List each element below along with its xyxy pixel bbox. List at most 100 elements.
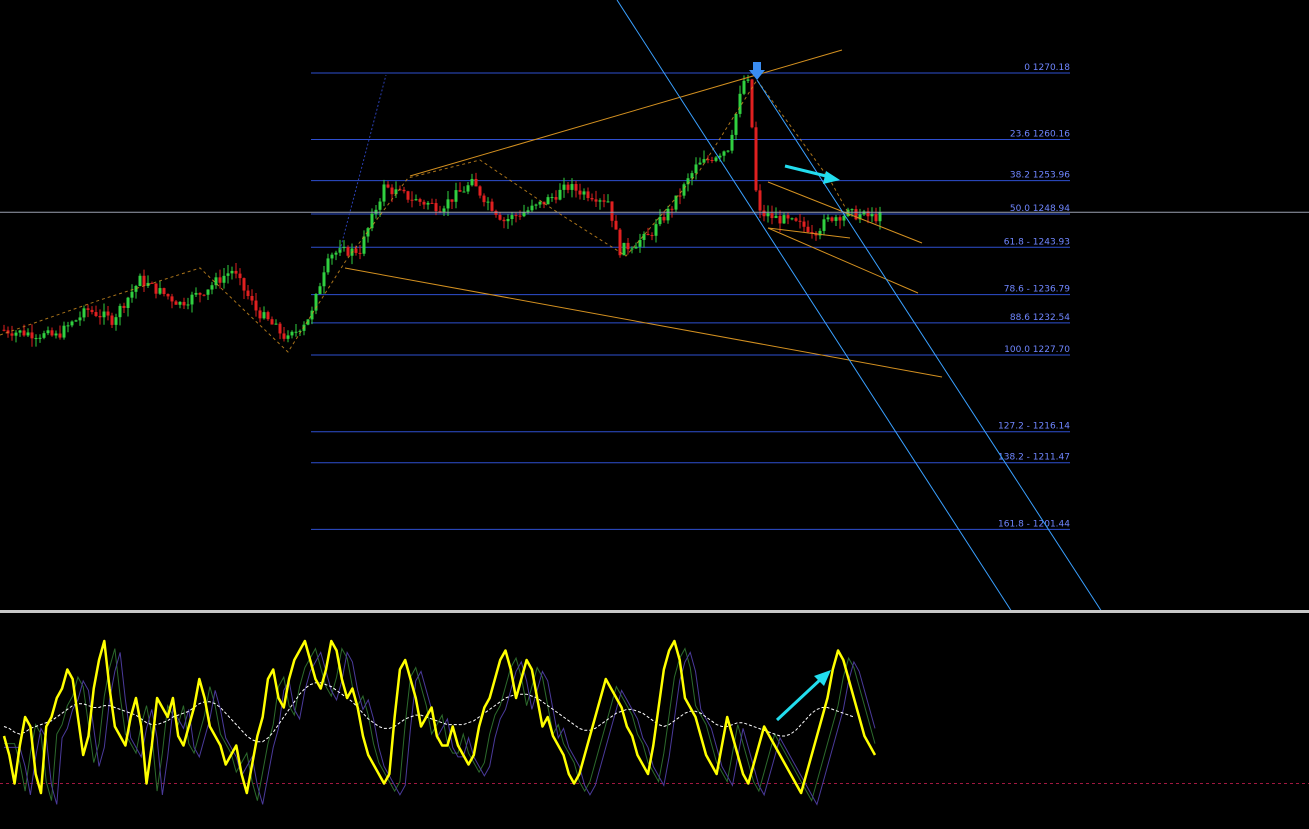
candle-body — [582, 191, 586, 195]
candle-body — [742, 80, 746, 94]
candle-body — [250, 295, 254, 301]
candle-body — [730, 134, 734, 151]
candle-body — [18, 330, 22, 333]
candle-body — [502, 219, 506, 222]
candle-body — [410, 199, 414, 201]
candle-body — [606, 201, 610, 203]
candle-body — [382, 184, 386, 202]
candle-body — [370, 213, 374, 229]
candle-body — [614, 220, 618, 230]
candle-body — [242, 278, 246, 291]
candle-body — [466, 185, 470, 192]
candle-body — [726, 150, 730, 152]
candle-body — [558, 189, 562, 200]
candle-body — [566, 184, 570, 190]
candle-body — [458, 190, 462, 192]
candle-body — [294, 331, 298, 333]
candle-body — [766, 213, 770, 217]
candle-body — [734, 113, 738, 135]
candle-body — [62, 325, 66, 338]
candle-body — [330, 254, 334, 259]
candle-body — [318, 286, 322, 294]
candle-body — [190, 294, 194, 305]
candle-body — [442, 208, 446, 213]
candle-body — [286, 335, 290, 339]
candle-body — [234, 270, 238, 274]
candle-body — [738, 93, 742, 114]
candle-body — [142, 275, 146, 286]
candle-body — [790, 218, 794, 220]
candle-body — [194, 292, 198, 295]
candle-body — [138, 275, 142, 287]
candle-body — [786, 215, 790, 219]
candle-body — [386, 184, 390, 188]
candle-body — [90, 309, 94, 313]
candle-body — [278, 323, 282, 334]
candle-body — [694, 164, 698, 174]
candle-body — [674, 195, 678, 210]
candle-body — [110, 315, 114, 325]
chart-background — [0, 0, 1309, 829]
candle-body — [722, 151, 726, 156]
candle-body — [670, 208, 674, 210]
candle-body — [238, 273, 242, 279]
candle-body — [678, 195, 682, 197]
candle-body — [770, 213, 774, 219]
candle-body — [822, 219, 826, 231]
candle-body — [58, 333, 62, 338]
candle-body — [354, 248, 358, 253]
candle-body — [522, 212, 526, 217]
candle-body — [874, 214, 878, 222]
candle-body — [158, 288, 162, 294]
candle-body — [518, 215, 522, 217]
candle-body — [794, 218, 798, 221]
panel-separator[interactable] — [0, 610, 1309, 613]
candle-body — [586, 191, 590, 199]
candle-body — [334, 252, 338, 255]
candle-body — [50, 330, 54, 336]
candle-body — [470, 178, 474, 186]
candle-body — [698, 162, 702, 165]
fib-level-label: 161.8 - 1201.44 — [998, 519, 1070, 529]
candle-body — [850, 209, 854, 211]
candle-body — [38, 337, 42, 339]
candle-body — [878, 212, 882, 222]
candle-body — [34, 338, 38, 340]
candle-body — [782, 215, 786, 224]
candle-body — [422, 201, 426, 205]
candle-body — [262, 312, 266, 319]
candle-body — [554, 197, 558, 200]
candle-body — [2, 329, 6, 331]
candle-body — [622, 242, 626, 256]
candle-body — [626, 242, 630, 250]
candle-body — [246, 290, 250, 296]
candle-body — [74, 320, 78, 322]
chart-root: 0 1270.1823.6 1260.1638.2 1253.9650.0 12… — [0, 0, 1309, 829]
candle-body — [322, 272, 326, 287]
candle-body — [70, 321, 74, 326]
fib-level-label: 38.2 1253.96 — [1010, 171, 1070, 181]
fib-level-label: 0 1270.18 — [1024, 63, 1070, 73]
candle-body — [166, 293, 170, 297]
candle-body — [374, 209, 378, 214]
candle-body — [830, 217, 834, 221]
candle-body — [230, 270, 234, 274]
fib-level-label: 88.6 1232.54 — [1010, 313, 1070, 323]
candle-body — [510, 215, 514, 220]
candle-body — [646, 233, 650, 236]
candle-body — [538, 201, 542, 205]
candle-body — [838, 217, 842, 221]
candle-body — [654, 224, 658, 236]
candle-body — [666, 208, 670, 221]
candle-body — [46, 330, 50, 334]
candle-body — [486, 201, 490, 203]
candle-body — [54, 333, 58, 336]
candle-body — [426, 202, 430, 205]
candle-body — [562, 184, 566, 190]
candle-body — [530, 205, 534, 211]
candle-body — [534, 204, 538, 206]
candle-body — [802, 221, 806, 227]
candle-body — [342, 247, 346, 249]
candle-body — [574, 184, 578, 191]
candle-body — [798, 220, 802, 222]
